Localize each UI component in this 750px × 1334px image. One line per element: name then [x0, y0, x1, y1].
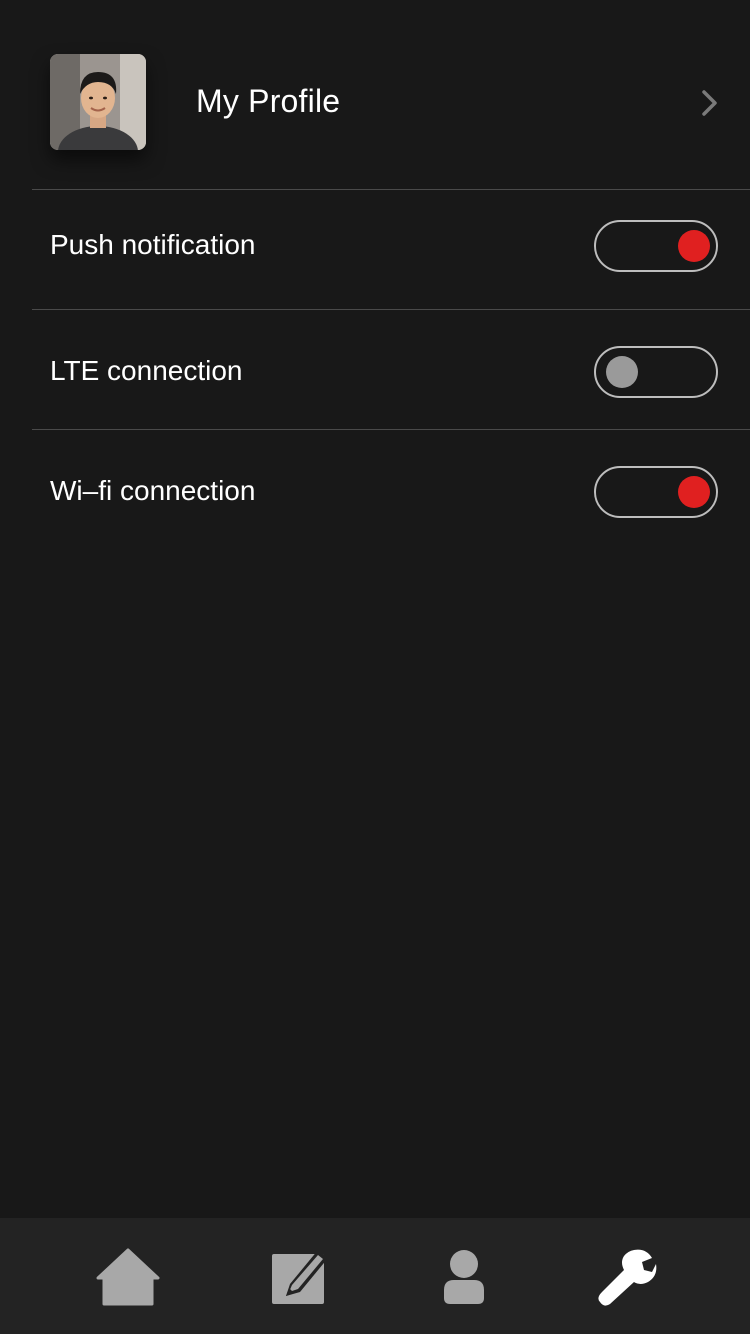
toggle-knob: [678, 230, 710, 262]
chevron-right-icon: [698, 88, 722, 118]
home-icon: [96, 1248, 160, 1306]
setting-row-push-notification: Push notification: [0, 190, 750, 310]
setting-row-wifi-connection: Wi–fi connection: [0, 430, 750, 550]
wifi-connection-label: Wi–fi connection: [50, 475, 256, 506]
my-profile-label: My Profile: [196, 83, 341, 119]
bottom-tab-bar: [0, 1218, 750, 1334]
tab-settings[interactable]: [586, 1240, 666, 1312]
push-notification-toggle[interactable]: [594, 220, 718, 272]
user-icon: [444, 1250, 484, 1304]
toggle-knob: [606, 356, 638, 388]
toggle-knob: [678, 476, 710, 508]
lte-connection-toggle[interactable]: [594, 346, 718, 398]
edit-icon: [272, 1250, 328, 1304]
tab-profile[interactable]: [424, 1240, 504, 1312]
avatar: [50, 54, 146, 150]
wifi-connection-toggle[interactable]: [594, 466, 718, 518]
setting-row-lte-connection: LTE connection: [0, 310, 750, 430]
wrench-icon: [598, 1249, 657, 1306]
tab-edit[interactable]: [262, 1240, 342, 1312]
my-profile-row[interactable]: My Profile: [0, 0, 750, 190]
push-notification-label: Push notification: [50, 229, 256, 260]
lte-connection-label: LTE connection: [50, 355, 243, 386]
settings-screen: My Profile Push notification LTE connect…: [0, 0, 750, 1334]
tab-home[interactable]: [88, 1240, 168, 1312]
